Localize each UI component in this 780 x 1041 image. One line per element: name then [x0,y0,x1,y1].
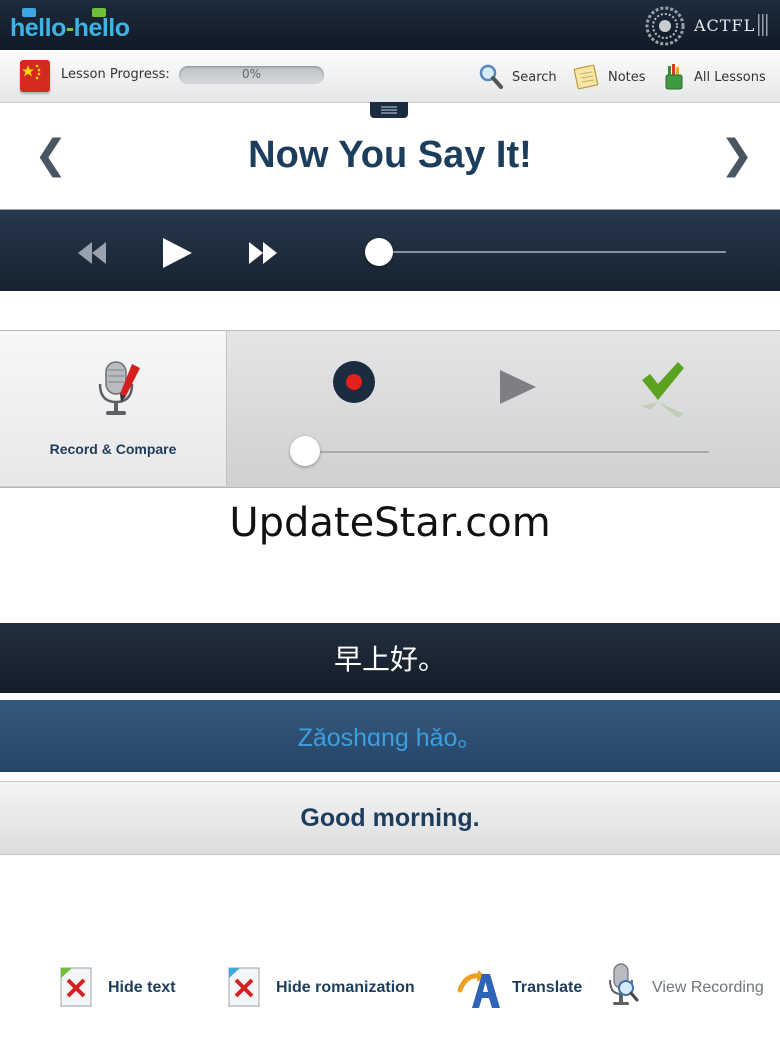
hide-romanization-label: Hide romanization [276,979,415,996]
hide-text-button[interactable]: Hide text [58,962,176,1014]
search-icon [479,64,503,89]
microphone-pencil-icon [98,361,140,415]
translate-label: Translate [512,979,583,996]
next-page-button[interactable]: ❯ [720,132,754,178]
menu-handle[interactable] [370,102,408,118]
page-title: Now You Say It! [248,134,532,176]
microphone-magnifier-icon [609,963,639,1005]
actfl-seal-icon [645,6,685,46]
phrase-chinese[interactable]: 早上好。 [0,623,780,693]
lesson-progress-value: 0% [241,67,262,81]
recording-scrubber-track[interactable] [305,451,709,453]
search-label: Search [512,69,557,85]
play-icon[interactable] [160,236,194,270]
record-compare-label: Record & Compare [49,441,177,457]
recording-scrubber-knob[interactable] [290,436,320,466]
hide-romanization-icon [228,967,260,1007]
hide-romanization-button[interactable]: Hide romanization [226,962,415,1014]
lesson-progress-label: Lesson Progress: [61,67,170,82]
record-dot-icon [346,374,362,390]
translate-button[interactable]: Translate [456,962,582,1014]
app-logo: hello-hello [10,14,130,43]
notes-button[interactable]: Notes [572,62,646,92]
pencil-cup-icon [665,64,683,90]
partner-logo-text: ACTFL [694,16,756,35]
china-flag-icon[interactable] [20,60,50,92]
logo-word-left: hello [10,14,66,42]
flag-stars-icon [22,64,41,80]
hide-text-icon [60,967,92,1007]
playback-scrubber-knob[interactable] [365,238,393,266]
phrase-romanization[interactable]: Zǎoshɑng hǎo。 [0,700,780,772]
view-recording-label: View Recording [652,979,764,996]
logo-word-right: hello [73,14,130,42]
all-lessons-button[interactable]: All Lessons [662,62,766,92]
hide-text-label: Hide text [108,979,176,996]
view-recording-button[interactable]: View Recording [604,962,764,1014]
checkmark-icon[interactable] [638,360,686,418]
phrase-translation[interactable]: Good morning. [0,781,780,855]
translate-icon [457,970,500,1008]
watermark-text: UpdateStar.com [229,500,551,546]
playback-scrubber-track[interactable] [378,251,726,253]
play-recording-icon[interactable] [498,368,538,406]
notepad-icon [573,64,599,90]
rewind-icon[interactable] [74,238,110,268]
all-lessons-label: All Lessons [694,69,766,85]
partner-bars-icon [758,14,768,36]
logo-dash: - [65,14,74,42]
notes-label: Notes [608,69,646,85]
fast-forward-icon[interactable] [246,238,282,268]
hamburger-icon [381,106,397,114]
search-button[interactable]: Search [478,62,557,92]
